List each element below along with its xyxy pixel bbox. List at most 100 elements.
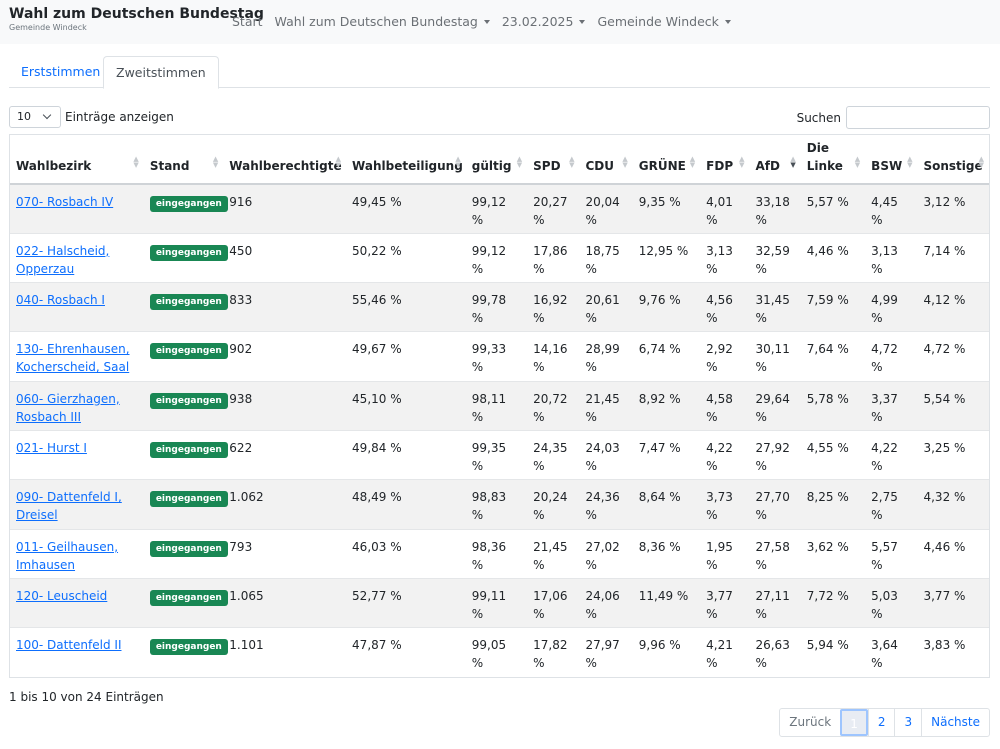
- table-row: 021- Hurst I eingegangen 622 49,84 % 99,35 %…: [10, 429, 989, 480]
- page-length-select[interactable]: 10: [9, 106, 61, 128]
- sort-arrows-icon: ▲ ▼: [212, 155, 219, 169]
- cell-linke: 8,25 %: [800, 479, 866, 530]
- sort-arrows-icon: ▲ ▼: [907, 155, 913, 169]
- tab-zweitstimmen[interactable]: Zweitstimmen: [103, 56, 219, 89]
- nav-dropdown-municipality[interactable]: Gemeinde Windeck: [597, 14, 731, 29]
- cell-fdp: 3,13 %: [700, 232, 750, 283]
- cell-afd: 33,18 %: [749, 183, 801, 234]
- cell-gueltig: 98,83 %: [465, 479, 528, 530]
- pagination-page-3[interactable]: 3: [894, 709, 921, 736]
- column-header-label: CDU: [585, 159, 614, 173]
- cell-bezirk: 040- Rosbach I: [10, 282, 144, 332]
- column-header-label: Die Linke: [806, 141, 843, 173]
- cell-fdp: 3,77 %: [700, 577, 750, 628]
- cell-linke: 5,94 %: [800, 627, 866, 677]
- district-link[interactable]: 060- Gierzhagen, Rosbach III: [16, 392, 120, 424]
- table-info: 1 bis 10 von 24 Einträgen: [9, 690, 164, 704]
- column-header[interactable]: BSW ▲ ▼: [865, 135, 918, 185]
- cell-afd: 31,45 %: [749, 282, 801, 332]
- cell-fdp: 2,92 %: [700, 331, 750, 382]
- sort-arrows-icon: ▲ ▼: [689, 155, 696, 169]
- cell-gruene: 7,47 %: [632, 429, 701, 480]
- district-link[interactable]: 120- Leuscheid: [16, 589, 107, 603]
- column-header[interactable]: CDU ▲ ▼: [579, 135, 633, 185]
- cell-spd: 20,24 %: [527, 479, 580, 530]
- district-link[interactable]: 021- Hurst I: [16, 441, 87, 455]
- pagination-next-button[interactable]: Nächste: [921, 709, 989, 736]
- cell-sonstige: 4,12 %: [917, 282, 989, 332]
- cell-berechtigte: 450: [223, 232, 347, 283]
- column-header[interactable]: Sonstige ▲ ▼: [917, 135, 989, 185]
- search-input[interactable]: [846, 106, 990, 129]
- cell-fdp: 3,73 %: [700, 479, 750, 530]
- cell-sonstige: 4,72 %: [917, 331, 989, 382]
- cell-cdu: 27,02 %: [579, 528, 633, 579]
- cell-cdu: 24,03 %: [579, 429, 633, 480]
- cell-berechtigte: 833: [223, 282, 347, 332]
- district-link[interactable]: 090- Dattenfeld I, Dreisel: [16, 490, 122, 522]
- caret-down-icon: [483, 19, 490, 24]
- brand-title[interactable]: Wahl zum Deutschen Bundestag: [9, 6, 264, 22]
- cell-berechtigte: 1.065: [223, 577, 347, 628]
- pagination-prev-button[interactable]: Zurück: [780, 709, 840, 736]
- column-header[interactable]: AfD ▲ ▼: [749, 135, 801, 185]
- column-header[interactable]: gültig ▲ ▼: [465, 135, 528, 185]
- column-header[interactable]: Wahlbezirk ▲ ▼: [10, 135, 144, 185]
- cell-gueltig: 99,35 %: [465, 429, 528, 480]
- column-header[interactable]: Stand ▲ ▼: [143, 135, 224, 185]
- sort-arrows-icon: ▲ ▼: [335, 155, 342, 169]
- district-link[interactable]: 130- Ehrenhausen, Kocherscheid, Saal: [16, 342, 130, 374]
- district-link[interactable]: 040- Rosbach I: [16, 293, 105, 307]
- nav-links: Start Wahl zum Deutschen Bundestag 23.02…: [232, 14, 731, 29]
- column-header[interactable]: SPD ▲ ▼: [527, 135, 580, 185]
- tab-bar: Erststimmen Zweitstimmen: [9, 56, 990, 89]
- district-link[interactable]: 070- Rosbach IV: [16, 195, 113, 209]
- cell-cdu: 24,06 %: [579, 577, 633, 628]
- cell-cdu: 20,04 %: [579, 183, 633, 234]
- column-header[interactable]: Wahlbeteiligung ▲ ▼: [346, 135, 466, 185]
- table-row: 022- Halscheid, Opperzau eingegangen 450 50…: [10, 232, 989, 283]
- district-link[interactable]: 022- Halscheid, Opperzau: [16, 244, 109, 276]
- sort-arrows-icon: ▲ ▼: [622, 155, 628, 169]
- cell-sonstige: 4,46 %: [917, 528, 989, 579]
- cell-beteiligung: 46,03 %: [346, 528, 466, 579]
- brand[interactable]: Wahl zum Deutschen Bundestag Gemeinde Wi…: [9, 6, 264, 32]
- nav-dropdown-date[interactable]: 23.02.2025: [502, 14, 586, 29]
- cell-beteiligung: 49,84 %: [346, 429, 466, 480]
- cell-bsw: 3,13 %: [865, 232, 918, 283]
- column-header[interactable]: Wahlberechtigte ▲ ▼: [223, 135, 347, 185]
- column-header[interactable]: Die Linke ▲ ▼: [800, 135, 866, 185]
- tab-erststimmen[interactable]: Erststimmen: [9, 56, 112, 88]
- cell-stand: eingegangen: [143, 429, 228, 480]
- nav-dropdown-election-label: Wahl zum Deutschen Bundestag: [274, 14, 478, 29]
- nav-link-start[interactable]: Start: [232, 14, 263, 29]
- column-header[interactable]: GRÜNE ▲ ▼: [632, 135, 701, 185]
- cell-gruene: 9,35 %: [632, 183, 701, 234]
- cell-afd: 27,70 %: [749, 479, 801, 530]
- column-header-label: SPD: [533, 159, 561, 173]
- column-header-label: GRÜNE: [638, 159, 686, 173]
- chevron-down-icon: [42, 110, 52, 120]
- district-link[interactable]: 100- Dattenfeld II: [16, 638, 122, 652]
- cell-stand: eingegangen: [143, 380, 228, 431]
- cell-stand: eingegangen: [143, 232, 228, 283]
- cell-bezirk: 100- Dattenfeld II: [10, 627, 144, 677]
- cell-sonstige: 3,83 %: [917, 627, 989, 677]
- cell-sonstige: 4,32 %: [917, 479, 989, 530]
- cell-gruene: 8,64 %: [632, 479, 701, 530]
- cell-linke: 7,72 %: [800, 577, 866, 628]
- cell-stand: eingegangen: [143, 577, 228, 628]
- sort-arrows-icon: ▲ ▼: [978, 155, 984, 169]
- cell-fdp: 4,56 %: [700, 282, 750, 332]
- cell-beteiligung: 47,87 %: [346, 627, 466, 677]
- results-table-wrapper: Wahlbezirk ▲ ▼ Stand ▲ ▼ Wahlberechtigte ▲ ▼ Wahl…: [9, 134, 990, 678]
- cell-spd: 20,27 %: [527, 183, 580, 234]
- nav-dropdown-election[interactable]: Wahl zum Deutschen Bundestag: [275, 14, 490, 29]
- pagination-page-1[interactable]: 1: [840, 709, 868, 736]
- pagination-page-2[interactable]: 2: [867, 709, 895, 736]
- cell-cdu: 20,61 %: [579, 282, 633, 332]
- page-length-value: 10: [17, 110, 31, 123]
- cell-fdp: 4,58 %: [700, 380, 750, 431]
- column-header[interactable]: FDP ▲ ▼: [700, 135, 750, 185]
- district-link[interactable]: 011- Geilhausen, Imhausen: [16, 540, 118, 572]
